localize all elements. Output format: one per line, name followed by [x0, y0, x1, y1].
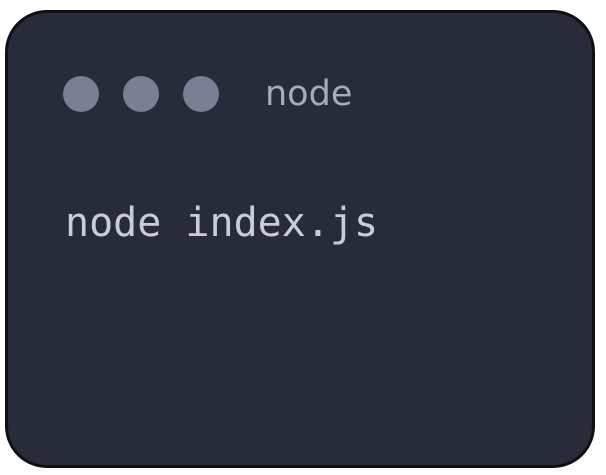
terminal-window: node node index.js [5, 10, 595, 468]
window-control-2[interactable] [123, 76, 159, 112]
title-bar: node [8, 13, 592, 183]
terminal-command: node index.js [65, 200, 379, 246]
window-title: node [265, 74, 353, 114]
window-control-1[interactable] [63, 76, 99, 112]
window-control-3[interactable] [183, 76, 219, 112]
